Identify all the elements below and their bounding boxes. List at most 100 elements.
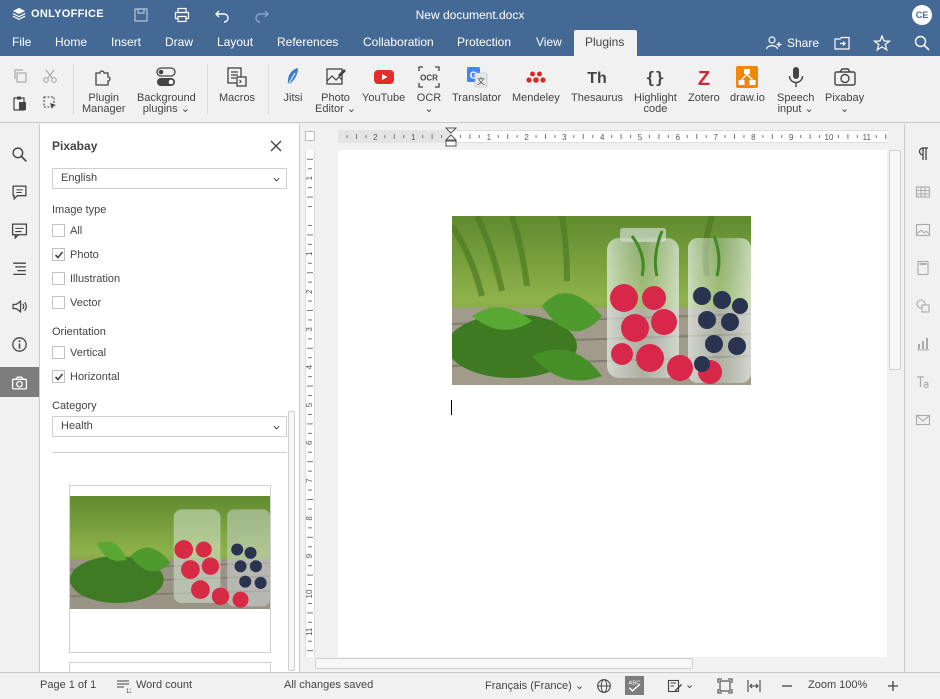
tab-draw[interactable]: Draw: [154, 30, 204, 56]
ruler-tick-label: 11: [305, 627, 314, 636]
macros-button[interactable]: Macros: [219, 64, 255, 104]
copy-icon[interactable]: [10, 66, 30, 86]
checkbox-all[interactable]: All: [52, 224, 82, 237]
page-indicator[interactable]: Page 1 of 1: [40, 679, 96, 691]
tab-layout[interactable]: Layout: [206, 30, 264, 56]
track-changes-icon[interactable]: [667, 678, 683, 697]
zoom-in-icon[interactable]: [885, 678, 901, 697]
horizontal-scroll-thumb[interactable]: [315, 658, 693, 669]
panel-title: Pixabay: [52, 139, 98, 153]
tab-references[interactable]: References: [266, 30, 349, 56]
mendeley-icon: [523, 64, 549, 90]
thesaurus-label: Thesaurus: [571, 92, 623, 104]
fit-width-icon[interactable]: [746, 678, 762, 697]
table-settings-icon[interactable]: [913, 182, 933, 202]
paste-icon[interactable]: [10, 93, 30, 113]
ruler-tick-label: 5: [638, 133, 643, 142]
mendeley-button[interactable]: Mendeley: [512, 64, 560, 104]
inserted-image[interactable]: [452, 216, 751, 385]
checkbox-box-checked[interactable]: [52, 248, 65, 261]
header-footer-settings-icon[interactable]: [913, 258, 933, 278]
close-icon[interactable]: [269, 139, 283, 153]
speech-input-button[interactable]: Speech input ⌄: [777, 64, 814, 115]
zotero-button[interactable]: Z Zotero: [688, 64, 720, 104]
raspberry-blueberry-jars-thumbnail-image: [70, 496, 270, 609]
checkbox-horizontal[interactable]: Horizontal: [52, 370, 120, 383]
youtube-button[interactable]: YouTube: [362, 64, 405, 104]
image-settings-icon[interactable]: [913, 220, 933, 240]
result-thumbnail[interactable]: [69, 485, 271, 653]
checkbox-box[interactable]: [52, 296, 65, 309]
checkbox-photo[interactable]: Photo: [52, 248, 99, 261]
zoom-level[interactable]: Zoom 100%: [808, 679, 867, 691]
tab-home[interactable]: Home: [44, 30, 98, 56]
document-language-globe-icon[interactable]: [596, 678, 612, 697]
checkbox-box-checked[interactable]: [52, 370, 65, 383]
svg-text:OCR: OCR: [420, 74, 438, 83]
word-count-label[interactable]: Word count: [136, 679, 192, 691]
select-all-icon[interactable]: [40, 93, 60, 113]
ocr-button[interactable]: OCR OCR ⌄: [416, 64, 442, 115]
text-art-settings-icon[interactable]: [913, 372, 933, 392]
indent-marker-icon[interactable]: [445, 127, 457, 149]
zoom-out-icon[interactable]: [779, 678, 795, 697]
background-plugins-button[interactable]: Background plugins ⌄: [137, 64, 196, 115]
translator-button[interactable]: G文 Translator: [452, 64, 501, 104]
tab-insert[interactable]: Insert: [100, 30, 152, 56]
spell-check-icon[interactable]: ABC: [625, 676, 644, 698]
paragraph-settings-icon[interactable]: [913, 144, 933, 164]
ocr-dropdown-arrow: ⌄: [424, 103, 434, 115]
tab-view[interactable]: View: [525, 30, 573, 56]
orientation-label: Orientation: [52, 326, 106, 338]
search-icon[interactable]: [0, 139, 39, 169]
cut-icon[interactable]: [40, 66, 60, 86]
tab-stop-selector[interactable]: [305, 131, 315, 141]
photo-editor-button[interactable]: Photo Editor ⌄: [315, 64, 356, 115]
category-select[interactable]: Health: [52, 416, 287, 437]
language-selector[interactable]: Français (France) ⌄: [485, 679, 584, 692]
user-avatar[interactable]: CE: [912, 5, 932, 25]
drawio-button[interactable]: draw.io: [730, 64, 765, 104]
checkbox-box[interactable]: [52, 224, 65, 237]
vertical-scroll-thumb[interactable]: [889, 150, 901, 370]
highlight-code-button[interactable]: {} Highlight code: [634, 64, 677, 115]
ruler-tick-label: 8: [751, 133, 756, 142]
checkbox-vector[interactable]: Vector: [52, 296, 101, 309]
text-cursor: [451, 400, 452, 415]
favorite-star-icon[interactable]: [873, 34, 891, 52]
chart-settings-icon[interactable]: [913, 334, 933, 354]
chevron-down-icon[interactable]: ⌄: [685, 678, 694, 691]
language-select-value: English: [61, 172, 98, 184]
thesaurus-button[interactable]: Th Thesaurus: [571, 64, 623, 104]
share-button[interactable]: Share: [765, 34, 819, 52]
open-location-icon[interactable]: [833, 34, 851, 52]
language-select[interactable]: English: [52, 168, 287, 189]
checkbox-box[interactable]: [52, 272, 65, 285]
feedback-speaker-icon[interactable]: [0, 291, 39, 321]
mail-merge-icon[interactable]: [913, 410, 933, 430]
comments-icon[interactable]: [0, 177, 39, 207]
tab-plugins[interactable]: Plugins: [574, 30, 637, 56]
search-header-icon[interactable]: [913, 34, 931, 52]
checkbox-illustration[interactable]: Illustration: [52, 272, 120, 285]
fit-page-icon[interactable]: [717, 678, 733, 697]
chat-icon[interactable]: [0, 215, 39, 245]
about-info-icon[interactable]: [0, 329, 39, 359]
checkbox-box[interactable]: [52, 346, 65, 359]
pixabay-sidebar-icon[interactable]: [0, 367, 39, 397]
tab-protection[interactable]: Protection: [446, 30, 522, 56]
result-thumbnail[interactable]: [69, 662, 271, 672]
word-count-icon[interactable]: 123: [115, 678, 137, 697]
checkbox-vertical[interactable]: Vertical: [52, 346, 106, 359]
panel-scrollbar[interactable]: [288, 411, 295, 671]
pixabay-button[interactable]: Pixabay ⌄: [825, 64, 864, 115]
tab-file[interactable]: File: [1, 30, 42, 56]
tab-collaboration[interactable]: Collaboration: [352, 30, 445, 56]
plugin-manager-button[interactable]: Plugin Manager: [82, 64, 125, 115]
navigation-headings-icon[interactable]: [0, 253, 39, 283]
shape-settings-icon[interactable]: [913, 296, 933, 316]
ruler-tick-label: 10: [825, 133, 834, 142]
speech-input-label-2: input ⌄: [777, 103, 814, 115]
jitsi-button[interactable]: Jitsi: [280, 64, 306, 104]
ruler-tick-label: 6: [305, 440, 314, 445]
